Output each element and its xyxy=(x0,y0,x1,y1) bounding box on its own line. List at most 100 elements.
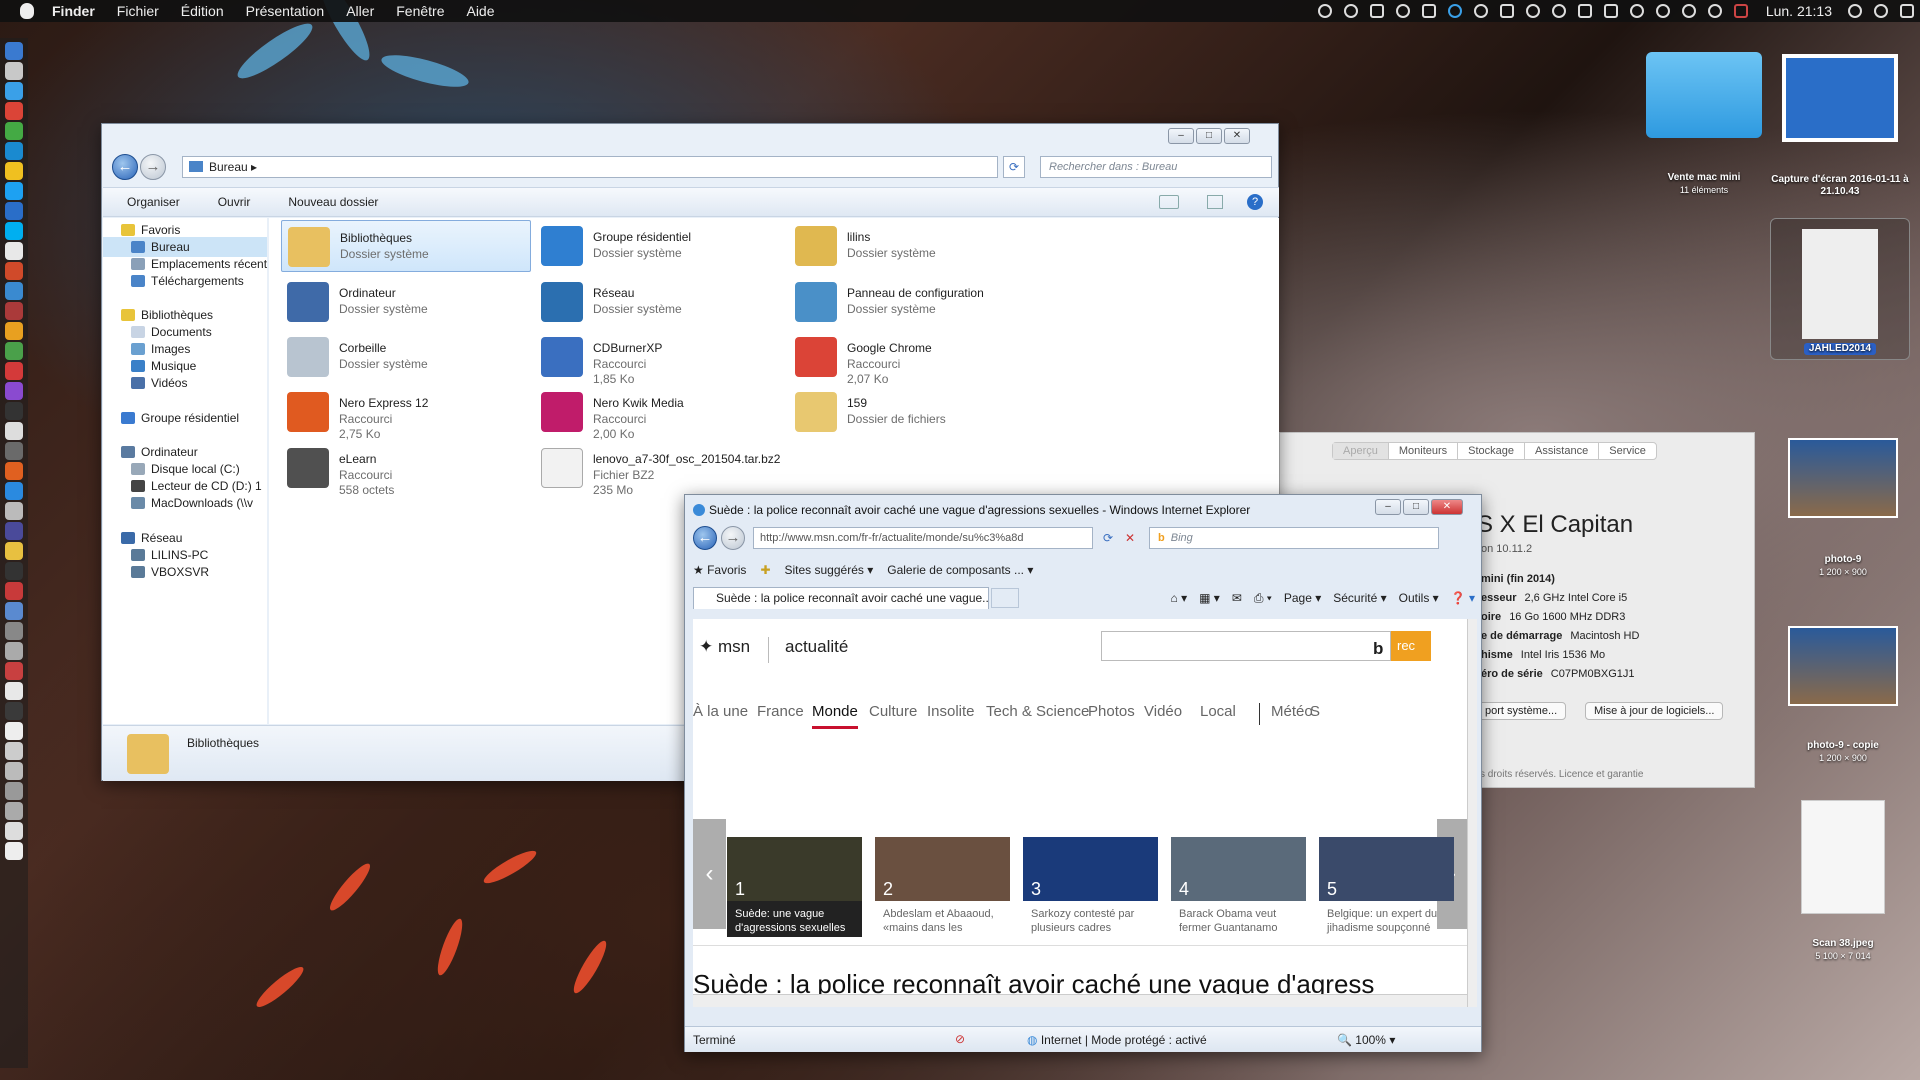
category-tab[interactable]: Photos xyxy=(1088,703,1135,720)
dock-app-icon[interactable] xyxy=(5,322,23,340)
refresh-button[interactable]: ⟳ xyxy=(1097,531,1119,545)
category-tab[interactable]: France xyxy=(757,703,804,720)
status-icon[interactable] xyxy=(1343,4,1358,18)
file-item[interactable]: Bibliothèques Dossier système xyxy=(281,220,531,272)
file-item[interactable]: 159 Dossier de fichiers xyxy=(789,386,1039,438)
desktop-icon-screenshot[interactable]: Capture d'écran 2016-01-11 à 21.10.43 xyxy=(1765,54,1915,198)
dock-app-icon[interactable] xyxy=(5,822,23,840)
desktop-icon-jahled[interactable]: JAHLED2014 xyxy=(1770,218,1910,360)
suggested-sites-button[interactable]: Sites suggérés ▾ xyxy=(785,563,874,577)
dock-app-icon[interactable] xyxy=(5,102,23,120)
back-button[interactable]: ← xyxy=(112,154,138,180)
status-icon[interactable] xyxy=(1551,4,1566,18)
print-icon[interactable]: ⎙ ▾ xyxy=(1254,591,1272,606)
security-zone[interactable]: ◍ Internet | Mode protégé : activé xyxy=(1027,1033,1207,1047)
bluetooth-icon[interactable] xyxy=(1655,4,1670,18)
menu-fichier[interactable]: Fichier xyxy=(106,3,170,19)
clock[interactable]: Lun. 21:13 xyxy=(1766,3,1832,19)
dock-app-icon[interactable] xyxy=(5,422,23,440)
file-item[interactable]: eLearn Raccourci 558 octets xyxy=(281,442,531,497)
menu-aller[interactable]: Aller xyxy=(335,3,385,19)
dock-app-icon[interactable] xyxy=(5,722,23,740)
refresh-button[interactable]: ⟳ xyxy=(1003,156,1025,178)
back-button[interactable]: ← xyxy=(693,526,717,550)
dock-app-icon[interactable] xyxy=(5,162,23,180)
status-icon[interactable] xyxy=(1395,4,1410,18)
horizontal-scrollbar[interactable] xyxy=(693,994,1467,1007)
category-tab[interactable]: À la une xyxy=(693,703,748,720)
nav-item[interactable]: Groupe résidentiel xyxy=(103,408,267,428)
story-card[interactable]: 3 Sarkozy contesté par plusieurs cadres xyxy=(1023,837,1158,937)
dock-app-icon[interactable] xyxy=(5,202,23,220)
ie-search-input[interactable]: b Bing xyxy=(1149,527,1439,549)
dock-app-icon[interactable] xyxy=(5,142,23,160)
favorites-button[interactable]: ★ Favoris xyxy=(693,563,746,577)
notification-center-icon[interactable] xyxy=(1900,4,1914,18)
open-button[interactable]: Ouvrir xyxy=(194,195,265,209)
file-item[interactable]: Nero Kwik Media Raccourci 2,00 Ko xyxy=(535,386,785,441)
chat-icon[interactable] xyxy=(1525,4,1540,18)
flag-icon[interactable] xyxy=(1733,4,1748,18)
ie-tab[interactable]: Suède : la police reconnaît avoir caché … xyxy=(693,587,989,609)
msn-search-button[interactable]: rec xyxy=(1391,631,1431,661)
maximize-button[interactable]: □ xyxy=(1403,499,1429,515)
tools-menu[interactable]: Outils ▾ xyxy=(1399,591,1439,605)
msn-logo[interactable]: ✦ msn xyxy=(699,637,750,657)
dock-app-icon[interactable] xyxy=(5,842,23,860)
search-input[interactable]: Rechercher dans : Bureau xyxy=(1040,156,1272,178)
status-icon[interactable] xyxy=(1421,4,1436,18)
file-item[interactable]: Réseau Dossier système xyxy=(535,276,785,328)
story-card[interactable]: 1 Suède: une vague d'agressions sexuelles xyxy=(727,837,862,937)
file-item[interactable]: Google Chrome Raccourci 2,07 Ko xyxy=(789,331,1039,386)
preview-pane-icon[interactable] xyxy=(1207,195,1223,209)
volume-icon[interactable] xyxy=(1707,4,1722,18)
forward-button[interactable]: → xyxy=(721,526,745,550)
close-button[interactable]: ✕ xyxy=(1224,128,1250,144)
about-tab[interactable]: Stockage xyxy=(1458,443,1526,459)
lock-icon[interactable] xyxy=(1577,4,1592,18)
story-card[interactable]: 2 Abdeslam et Abaaoud, «mains dans les xyxy=(875,837,1010,937)
nav-item[interactable]: Vidéos xyxy=(103,373,267,393)
new-folder-button[interactable]: Nouveau dossier xyxy=(264,195,392,209)
dock-app-icon[interactable] xyxy=(5,342,23,360)
desktop-icon-photo-9-copy[interactable]: photo-9 - copie 1 200 × 900 xyxy=(1784,626,1902,764)
about-tab[interactable]: Service xyxy=(1599,443,1656,459)
dock-app-icon[interactable] xyxy=(5,502,23,520)
dock-app-icon[interactable] xyxy=(5,682,23,700)
story-card[interactable]: 4 Barack Obama veut fermer Guantanamo xyxy=(1171,837,1306,937)
zoom-level[interactable]: 🔍 100% ▾ xyxy=(1337,1033,1395,1047)
dropbox-icon[interactable] xyxy=(1499,4,1514,18)
home-icon[interactable]: ⌂ ▾ xyxy=(1171,591,1188,605)
menu-aide[interactable]: Aide xyxy=(455,3,505,19)
category-tab[interactable]: Tech & Science xyxy=(986,703,1089,720)
dock-app-icon[interactable] xyxy=(5,482,23,500)
mail-icon[interactable]: ✉ xyxy=(1232,591,1242,605)
security-menu[interactable]: Sécurité ▾ xyxy=(1333,591,1386,605)
help-icon[interactable]: ❓ ▾ xyxy=(1451,591,1475,605)
dock-app-icon[interactable] xyxy=(5,582,23,600)
airplay-icon[interactable] xyxy=(1603,4,1618,18)
status-icon[interactable] xyxy=(1317,4,1332,18)
address-bar[interactable]: Bureau ▸ xyxy=(182,156,998,178)
nav-item[interactable]: VBOXSVR xyxy=(103,562,267,582)
dock-app-icon[interactable] xyxy=(5,402,23,420)
close-button[interactable]: ✕ xyxy=(1431,499,1463,515)
nav-item[interactable]: Téléchargements xyxy=(103,271,267,291)
toggle-icon[interactable] xyxy=(1369,4,1384,18)
dock-app-icon[interactable] xyxy=(5,382,23,400)
dock-app-icon[interactable] xyxy=(5,562,23,580)
about-tab[interactable]: Aperçu xyxy=(1333,443,1389,459)
msn-search-input[interactable] xyxy=(1101,631,1391,661)
page-menu[interactable]: Page ▾ xyxy=(1284,591,1321,605)
menu-fenetre[interactable]: Fenêtre xyxy=(385,3,455,19)
dock-app-icon[interactable] xyxy=(5,182,23,200)
desktop-icon-photo-9[interactable]: photo-9 1 200 × 900 xyxy=(1784,438,1902,578)
dock-app-icon[interactable] xyxy=(5,262,23,280)
dock-app-icon[interactable] xyxy=(5,802,23,820)
category-tab[interactable]: Vidéo xyxy=(1144,703,1182,720)
maximize-button[interactable]: □ xyxy=(1196,128,1222,144)
category-tab[interactable]: Monde xyxy=(812,703,858,729)
ie-address-bar[interactable]: http://www.msn.com/fr-fr/actualite/monde… xyxy=(753,527,1093,549)
dock-app-icon[interactable] xyxy=(5,742,23,760)
apple-icon[interactable] xyxy=(20,3,34,19)
